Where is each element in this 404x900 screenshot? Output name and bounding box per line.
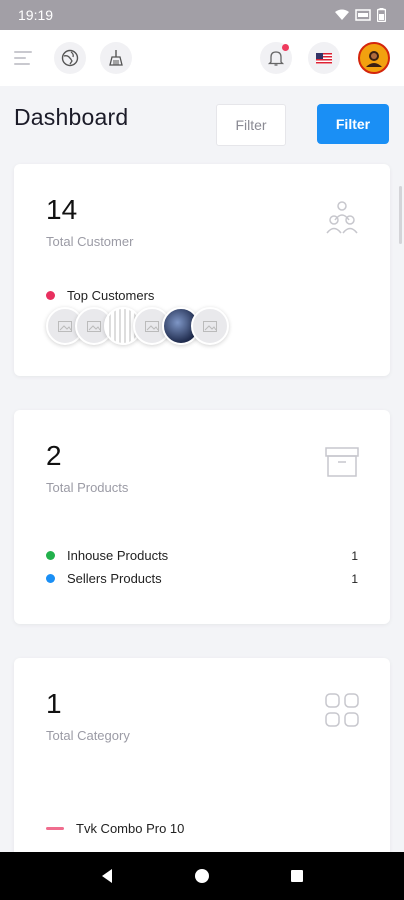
recents-icon[interactable] [289, 868, 305, 884]
grid-icon [325, 693, 359, 727]
globe-icon [61, 49, 79, 67]
language-globe-button[interactable] [54, 42, 86, 74]
status-icons [335, 8, 386, 22]
clear-cache-button[interactable] [100, 42, 132, 74]
currency-flag-button[interactable] [308, 42, 340, 74]
archive-box-icon [325, 447, 359, 477]
customer-avatars [46, 307, 229, 347]
category-dash [46, 827, 64, 830]
broom-icon [109, 50, 123, 66]
avatar-face-icon [366, 51, 382, 67]
image-placeholder-icon [145, 320, 159, 332]
customers-card: 14 Total Customer Top Customers [14, 164, 390, 376]
customers-count: 14 [46, 194, 78, 225]
sim-icon [355, 9, 371, 21]
inhouse-dot [46, 551, 55, 560]
notification-dot [282, 44, 289, 51]
products-card: 2 Total Products Inhouse Products 1 Sell… [14, 410, 390, 624]
products-count: 2 [46, 440, 62, 471]
dashboard-content: Dashboard Filter Filter 14 Total Custome… [0, 86, 404, 852]
category-row: Tvk Combo Pro 10 [46, 821, 358, 836]
filter-button[interactable]: Filter [317, 104, 389, 144]
top-app-bar [0, 30, 404, 86]
bell-icon [267, 51, 285, 66]
status-bar: 19:19 [0, 0, 404, 30]
category-card: 1 Total Category Tvk Combo Pro 10 [14, 658, 390, 852]
legend-label: Top Customers [67, 288, 155, 303]
sellers-count: 1 [351, 571, 358, 586]
category-count: 1 [46, 688, 62, 719]
sellers-label: Sellers Products [67, 571, 162, 586]
image-placeholder-icon [203, 320, 217, 332]
page-title: Dashboard [14, 104, 129, 130]
inhouse-label: Inhouse Products [67, 548, 169, 563]
wifi-icon [335, 9, 349, 20]
sellers-dot [46, 574, 55, 583]
battery-icon [377, 8, 386, 22]
products-caption: Total Products [46, 480, 129, 495]
us-flag-icon [316, 52, 332, 64]
inhouse-products-row: Inhouse Products 1 [46, 548, 358, 563]
legend-dot [46, 291, 55, 300]
back-icon[interactable] [99, 868, 115, 884]
sellers-products-row: Sellers Products 1 [46, 571, 358, 586]
menu-icon[interactable] [14, 49, 32, 67]
category-label: Tvk Combo Pro 10 [76, 821, 185, 836]
filter-field[interactable]: Filter [216, 104, 286, 146]
category-caption: Total Category [46, 728, 130, 743]
scrollbar[interactable] [399, 186, 402, 244]
system-nav-bar [0, 852, 404, 900]
customers-caption: Total Customer [46, 234, 134, 249]
image-placeholder-icon [58, 320, 72, 332]
users-icon [326, 201, 358, 234]
title-bar: Dashboard Filter Filter [0, 86, 404, 164]
notifications-button[interactable] [260, 42, 292, 74]
home-icon[interactable] [194, 868, 210, 884]
image-placeholder-icon [87, 320, 101, 332]
inhouse-count: 1 [351, 548, 358, 563]
customer-avatar[interactable] [191, 307, 229, 345]
top-customers-legend: Top Customers [46, 288, 358, 303]
status-time: 19:19 [18, 7, 54, 23]
profile-avatar[interactable] [358, 42, 390, 74]
